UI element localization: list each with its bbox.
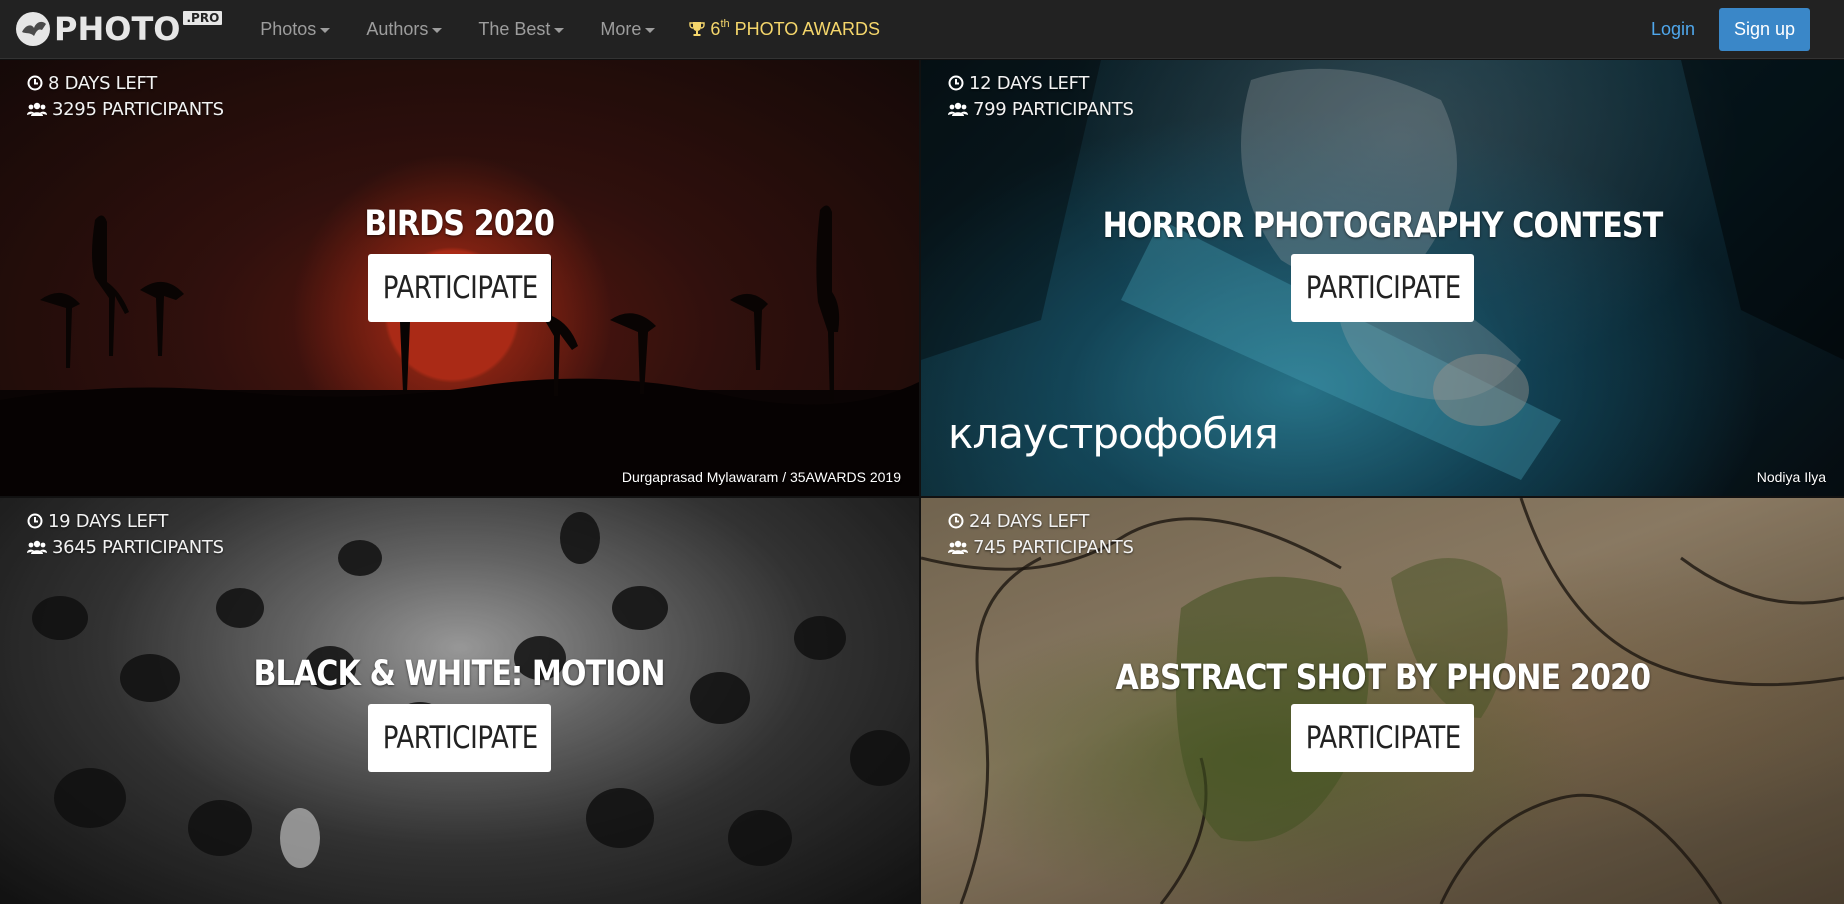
days-left: 19 DAYS LEFT [48, 510, 169, 532]
participate-label: PARTICIPATE [1305, 270, 1461, 306]
contest-meta: 8 DAYS LEFT 3295 PARTICIPANTS [27, 70, 224, 122]
contest-title: BIRDS 2020 [364, 204, 556, 244]
contest-center: BLACK & WHITE: MOTION PARTICIPATE [0, 654, 919, 772]
contest-center: ABSTRACT SHOT BY PHONE 2020 PARTICIPATE [921, 658, 1844, 772]
contest-watermark: клаустрофобия [948, 409, 1279, 458]
contest-title: ABSTRACT SHOT BY PHONE 2020 [1115, 658, 1651, 698]
contest-meta: 19 DAYS LEFT 3645 PARTICIPANTS [27, 508, 224, 560]
contest-card-horror[interactable]: 12 DAYS LEFT 799 PARTICIPANTS HORROR PHO… [921, 60, 1844, 496]
logo-icon [16, 12, 50, 46]
participants-count: 799 PARTICIPANTS [973, 98, 1134, 120]
contest-meta: 12 DAYS LEFT 799 PARTICIPANTS [948, 70, 1134, 122]
site-logo[interactable]: PHOTO .PRO [14, 0, 223, 59]
photo-credit: Durgaprasad Mylawaram / 35AWARDS 2019 [621, 469, 901, 485]
chevron-down-icon [554, 27, 565, 33]
users-icon [948, 540, 968, 554]
awards-number: 6 [710, 18, 721, 39]
participate-button[interactable]: PARTICIPATE [1291, 704, 1474, 772]
nav-photos-label: Photos [260, 18, 317, 39]
nav-authors[interactable]: Authors [366, 0, 443, 59]
clock-icon [27, 513, 43, 529]
navbar: PHOTO .PRO Photos Authors The Best More … [0, 0, 1844, 59]
participate-button[interactable]: PARTICIPATE [368, 254, 551, 322]
participate-button[interactable]: PARTICIPATE [368, 704, 551, 772]
signup-button[interactable]: Sign up [1719, 8, 1810, 51]
clock-icon [27, 75, 43, 91]
nav-photos[interactable]: Photos [260, 0, 331, 59]
users-icon [27, 102, 47, 116]
awards-ordinal: th [720, 18, 730, 30]
login-link[interactable]: Login [1651, 19, 1695, 40]
awards-label: PHOTO AWARDS [734, 18, 880, 39]
contest-title: BLACK & WHITE: MOTION [253, 654, 666, 694]
logo-text: PHOTO [54, 10, 181, 48]
contest-card-black-white[interactable]: 19 DAYS LEFT 3645 PARTICIPANTS BLACK & W… [0, 498, 919, 904]
participate-label: PARTICIPATE [1305, 720, 1461, 756]
nav-more-label: More [600, 18, 642, 39]
trophy-icon [689, 22, 706, 36]
main-nav: Photos Authors The Best More 6th PHOTO AW… [260, 0, 880, 59]
participants-count: 745 PARTICIPANTS [973, 536, 1134, 558]
days-left: 12 DAYS LEFT [969, 72, 1090, 94]
nav-authors-label: Authors [366, 18, 429, 39]
contest-card-birds[interactable]: 8 DAYS LEFT 3295 PARTICIPANTS BIRDS 2020… [0, 60, 919, 496]
days-left: 24 DAYS LEFT [969, 510, 1090, 532]
chevron-down-icon [320, 27, 331, 33]
clock-icon [948, 513, 964, 529]
chevron-down-icon [432, 27, 443, 33]
users-icon [948, 102, 968, 116]
nav-the-best[interactable]: The Best [478, 0, 565, 59]
logo-suffix: .PRO [183, 10, 223, 25]
contest-title: HORROR PHOTOGRAPHY CONTEST [1102, 206, 1664, 246]
contest-card-abstract[interactable]: 24 DAYS LEFT 745 PARTICIPANTS ABSTRACT S… [921, 498, 1844, 904]
participate-button[interactable]: PARTICIPATE [1291, 254, 1474, 322]
nav-more[interactable]: More [600, 0, 656, 59]
participants-count: 3645 PARTICIPANTS [52, 536, 224, 558]
participants-count: 3295 PARTICIPANTS [52, 98, 224, 120]
nav-the-best-label: The Best [478, 18, 551, 39]
participate-label: PARTICIPATE [382, 720, 538, 756]
contest-center: BIRDS 2020 PARTICIPATE [0, 204, 919, 322]
nav-account: Login Sign up [1651, 0, 1844, 59]
days-left: 8 DAYS LEFT [48, 72, 157, 94]
contest-center: HORROR PHOTOGRAPHY CONTEST PARTICIPATE [921, 206, 1844, 322]
nav-photo-awards[interactable]: 6th PHOTO AWARDS [689, 18, 880, 40]
chevron-down-icon [645, 27, 656, 33]
users-icon [27, 540, 47, 554]
photo-credit: Nodiya Ilya [1756, 469, 1826, 485]
contest-meta: 24 DAYS LEFT 745 PARTICIPANTS [948, 508, 1134, 560]
participate-label: PARTICIPATE [382, 270, 538, 306]
clock-icon [948, 75, 964, 91]
